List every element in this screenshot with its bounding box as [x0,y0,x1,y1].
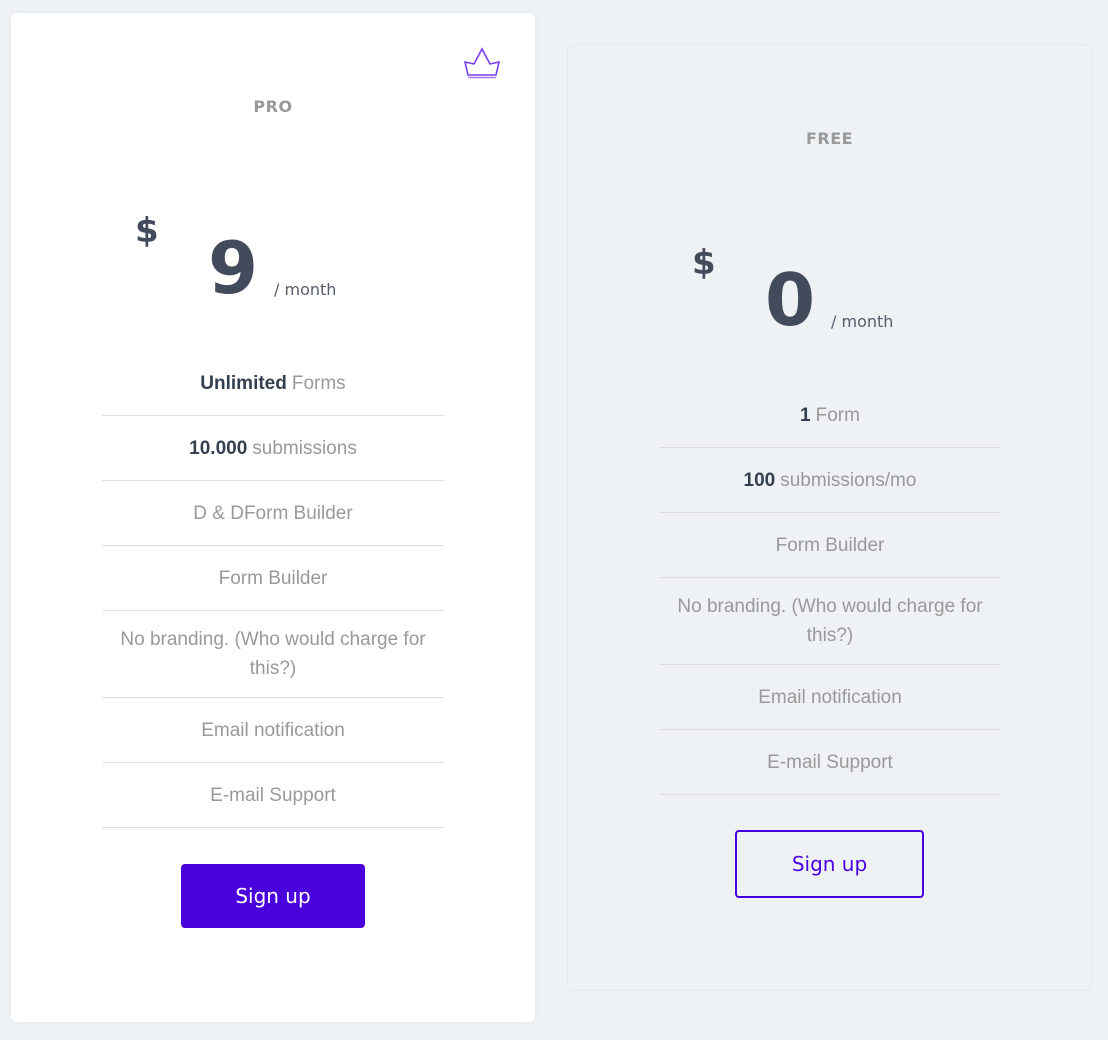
feature-item: 100 submissions/mo [659,448,1001,513]
feature-text: Form Builder [219,564,328,593]
feature-text: D & DForm Builder [193,499,352,528]
price: $ 0 / month [568,235,1091,345]
plan-name: PRO [253,97,293,116]
feature-text: E-mail Support [767,748,893,777]
signup-button-pro[interactable]: Sign up [181,864,365,928]
feature-text: 100 submissions/mo [744,466,917,495]
feature-item: Unlimited Forms [102,351,444,416]
feature-label: No branding. (Who would charge for this?… [677,596,983,646]
pricing-card-pro: PRO $ 9 / month Unlimited Forms 10.000 subm… [11,13,535,1022]
feature-label: Forms [291,372,346,394]
pricing-card-free: FREE $ 0 / month 1 Form 100 submissions/mo F… [567,44,1092,991]
feature-text: No branding. (Who would charge for this?… [667,592,993,650]
feature-list: 1 Form 100 submissions/mo Form Builder No bra… [659,383,1001,795]
feature-text: 10.000 submissions [189,434,357,463]
feature-highlight: 1 [800,404,811,426]
feature-label: D & DForm Builder [193,502,353,524]
price: $ 9 / month [11,203,535,313]
feature-item: 1 Form [659,383,1001,448]
feature-text: Email notification [201,716,345,745]
feature-label: submissions/mo [780,469,917,491]
currency-symbol: $ [135,211,159,251]
feature-item: E-mail Support [659,730,1001,795]
plan-name: FREE [805,129,854,148]
feature-highlight: 10.000 [189,437,248,459]
feature-label: E-mail Support [767,751,893,773]
feature-label: Email notification [201,719,345,741]
feature-label: Email notification [758,686,902,708]
feature-text: 1 Form [800,401,860,430]
signup-button-free[interactable]: Sign up [735,830,924,898]
feature-highlight: Unlimited [200,372,287,394]
feature-item: No branding. (Who would charge for this?… [102,611,444,698]
price-amount: 0 [765,258,816,342]
feature-text: E-mail Support [210,781,336,810]
feature-text: Form Builder [776,531,885,560]
feature-label: Form [815,404,860,426]
feature-label: submissions [252,437,357,459]
billing-period: / month [274,280,337,299]
feature-item: 10.000 submissions [102,416,444,481]
feature-label: Form Builder [218,567,328,589]
feature-text: No branding. (Who would charge for this?… [110,625,436,683]
feature-text: Unlimited Forms [200,369,345,398]
feature-item: Form Builder [102,546,444,611]
feature-list: Unlimited Forms 10.000 submissions D & DForm… [102,351,444,828]
crown-icon [463,47,501,79]
feature-item: D & DForm Builder [102,481,444,546]
feature-item: Form Builder [659,513,1001,578]
feature-label: No branding. (Who would charge for this?… [120,629,426,679]
price-amount: 9 [208,226,259,310]
feature-item: E-mail Support [102,763,444,828]
feature-label: E-mail Support [210,784,336,806]
billing-period: / month [831,312,894,331]
feature-item: Email notification [102,698,444,763]
feature-item: Email notification [659,665,1001,730]
feature-label: Form Builder [775,534,885,556]
feature-highlight: 100 [743,469,776,491]
feature-item: No branding. (Who would charge for this?… [659,578,1001,665]
currency-symbol: $ [692,243,716,283]
feature-text: Email notification [758,683,902,712]
